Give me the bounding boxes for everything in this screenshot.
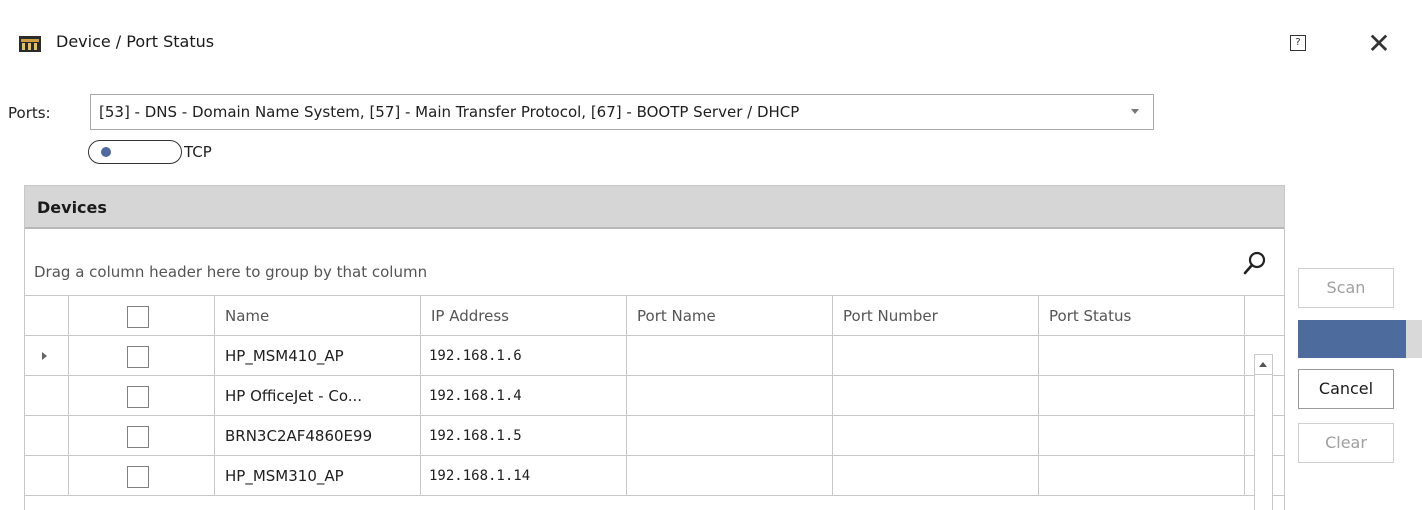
row-indicator [25,456,69,495]
cell-port-status[interactable] [1039,456,1245,495]
cell-name[interactable]: HP_MSM410_AP [215,336,421,375]
row-select-cell [69,416,215,455]
scan-button[interactable]: Scan [1298,268,1394,308]
row-select-cell [69,376,215,415]
devices-grid: Name IP Address Port Name Port Number Po… [25,295,1284,510]
cell-name[interactable]: HP OfficeJet - Co... [215,376,421,415]
scroll-up-icon[interactable] [1255,355,1272,375]
select-all-header [69,296,215,335]
cell-port-name[interactable] [627,456,833,495]
cell-ip-address[interactable]: 192.168.1.6 [421,336,627,375]
select-all-checkbox[interactable] [127,306,149,328]
cell-port-number[interactable] [833,336,1039,375]
device-icon [19,36,41,52]
vertical-scrollbar[interactable] [1254,354,1273,510]
column-header-port-status[interactable]: Port Status [1039,296,1245,335]
column-header-ip-address[interactable]: IP Address [421,296,627,335]
table-row[interactable]: HP_MSM410_AP 192.168.1.6 [25,336,1284,376]
row-checkbox[interactable] [127,346,149,368]
group-by-hint: Drag a column header here to group by th… [34,263,428,281]
devices-group-header: Devices [25,186,1284,229]
cell-port-name[interactable] [627,336,833,375]
cell-name[interactable]: BRN3C2AF4860E99 [215,416,421,455]
column-header-port-number[interactable]: Port Number [833,296,1039,335]
table-row[interactable]: HP_MSM310_AP 192.168.1.14 [25,456,1284,496]
scan-progress-bar [1298,320,1422,358]
toggle-knob [101,147,111,157]
table-row[interactable]: HP OfficeJet - Co... 192.168.1.4 [25,376,1284,416]
column-header-name[interactable]: Name [215,296,421,335]
column-header-port-name[interactable]: Port Name [627,296,833,335]
row-indicator [25,416,69,455]
row-indicator [25,336,69,375]
title-bar: Device / Port Status ? ✕ [0,0,1422,84]
ports-dropdown[interactable]: [53] - DNS - Domain Name System, [57] - … [90,94,1154,130]
protocol-toggle-label: TCP [184,143,212,161]
clear-button[interactable]: Clear [1298,423,1394,463]
row-indicator-icon [42,352,47,360]
search-icon[interactable] [1242,249,1268,279]
cell-port-status[interactable] [1039,376,1245,415]
row-checkbox[interactable] [127,386,149,408]
group-by-panel[interactable]: Drag a column header here to group by th… [25,231,1284,295]
row-checkbox[interactable] [127,466,149,488]
cell-port-name[interactable] [627,416,833,455]
cell-port-number[interactable] [833,456,1039,495]
window-title: Device / Port Status [56,32,215,51]
row-select-cell [69,456,215,495]
cell-port-name[interactable] [627,376,833,415]
table-row[interactable]: BRN3C2AF4860E99 192.168.1.5 [25,416,1284,456]
scan-progress-fill [1298,320,1406,358]
chevron-down-icon[interactable] [1131,109,1139,114]
grid-header-row: Name IP Address Port Name Port Number Po… [25,296,1284,336]
close-button[interactable]: ✕ [1362,28,1396,62]
cancel-button[interactable]: Cancel [1298,369,1394,409]
cell-port-number[interactable] [833,376,1039,415]
cell-port-number[interactable] [833,416,1039,455]
row-select-cell [69,336,215,375]
ports-dropdown-value: [53] - DNS - Domain Name System, [57] - … [99,103,800,121]
devices-group: Devices Drag a column header here to gro… [24,185,1285,510]
cell-port-status[interactable] [1039,336,1245,375]
protocol-toggle[interactable] [88,140,182,164]
indicator-header [25,296,69,335]
cell-port-status[interactable] [1039,416,1245,455]
help-button[interactable]: ? [1290,35,1306,51]
row-checkbox[interactable] [127,426,149,448]
cell-ip-address[interactable]: 192.168.1.5 [421,416,627,455]
cell-ip-address[interactable]: 192.168.1.14 [421,456,627,495]
cell-name[interactable]: HP_MSM310_AP [215,456,421,495]
ports-label: Ports: [8,104,51,122]
row-indicator [25,376,69,415]
cell-ip-address[interactable]: 192.168.1.4 [421,376,627,415]
devices-group-title: Devices [37,198,107,217]
